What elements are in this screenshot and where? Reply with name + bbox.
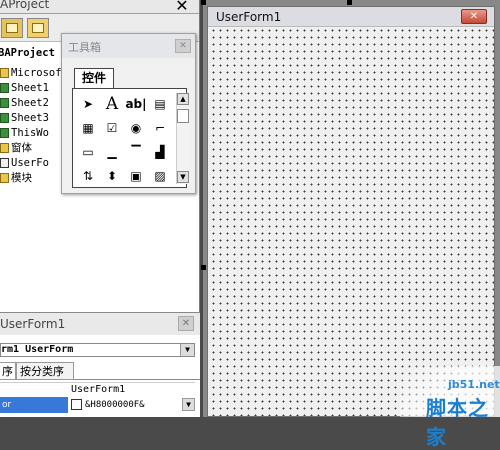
tab-categorized[interactable]: 按分类序 [16,362,74,380]
tab-controls[interactable]: 控件 [74,68,114,88]
multipage-tool[interactable]: ▟ [149,142,171,162]
tree-item-sheet2[interactable]: Sheet2 [0,96,49,111]
watermark-url: jb51.net [448,378,500,391]
project-explorer-titlebar: AProject ✕ [0,0,199,14]
object-selector[interactable]: rm1 UserForm ▼ [0,343,195,357]
spinbutton-tool[interactable]: ⬍ [101,166,123,186]
frame-tool[interactable]: ▭ [77,142,99,162]
color-swatch [71,399,82,410]
project-explorer-title: AProject [0,0,50,11]
resize-handle[interactable] [201,265,206,270]
optionbutton-tool[interactable]: ◉ [125,118,147,138]
textbox-tool[interactable]: ab| [125,94,147,114]
image-tool[interactable]: ▣ [125,166,147,186]
folder-icon [0,68,9,78]
property-value-name[interactable]: UserForm1 [71,383,195,396]
properties-tabs: 序 按分类序 [0,362,200,380]
property-grid: UserForm1 or &H8000000F& ▼ [0,382,195,413]
watermark-text: 脚本之家 [426,396,489,449]
properties-title: UserForm1 [0,317,66,331]
scroll-thumb[interactable] [177,109,189,123]
userform-canvas[interactable]: UserForm1 ✕ [207,6,495,417]
resize-handle[interactable] [201,0,206,5]
toolbox-title: 工具箱 [68,41,101,54]
workbook-icon [0,128,9,138]
tab-alphabetic[interactable]: 序 [0,362,16,380]
commandbutton-tool[interactable]: ▁ [101,142,123,162]
tree-item-forms[interactable]: 窗体 [0,141,32,156]
folder-icon [0,173,9,183]
sheet-icon [0,98,9,108]
scroll-up-icon[interactable]: ▲ [177,93,189,105]
sheet-icon [0,113,9,123]
close-icon[interactable]: ✕ [461,9,487,24]
property-name-selected[interactable]: or [0,397,68,413]
listbox-tool[interactable]: ▦ [77,118,99,138]
tree-item-sheet1[interactable]: Sheet1 [0,81,49,96]
tree-item-microsoft-objects[interactable]: Microsoft [0,66,68,81]
userform-titlebar: UserForm1 ✕ [208,7,494,27]
tree-item-project[interactable]: BAProject [0,46,55,61]
resize-handle[interactable] [347,0,352,5]
toolbox-titlebar[interactable]: 工具箱 ✕ [62,34,195,58]
tree-item-userform1[interactable]: UserFo [0,156,49,171]
tree-item-modules[interactable]: 模块 [0,171,32,186]
select-objects-tool[interactable]: ➤ [77,94,99,114]
close-icon[interactable]: ✕ [175,39,191,53]
toolbox-window: 工具箱 ✕ 控件 ➤ A ab| ▤ ▦ ☑ ◉ ⌐ ▭ ▁ ▔ ▟ ⇅ ⬍ ▣… [61,33,196,194]
chevron-down-icon[interactable]: ▼ [182,398,195,411]
close-icon[interactable]: ✕ [172,0,192,14]
close-icon[interactable]: ✕ [178,316,194,331]
folder-icon [32,23,44,33]
combobox-tool[interactable]: ▤ [149,94,171,114]
tree-item-thisworkbook[interactable]: ThisWo [0,126,49,141]
label-tool[interactable]: A [101,94,123,114]
tabstrip-tool[interactable]: ▔ [125,142,147,162]
properties-titlebar: UserForm1 ✕ [0,313,200,335]
view-object-button[interactable] [1,18,23,38]
property-value-selected[interactable]: &H8000000F& ▼ [71,397,195,413]
userform-title: UserForm1 [216,10,282,24]
sheet-icon [0,83,9,93]
properties-window: UserForm1 ✕ rm1 UserForm ▼ 序 按分类序 UserFo… [0,312,200,417]
togglebutton-tool[interactable]: ⌐ [149,118,171,138]
refedit-tool[interactable]: ▨ [149,166,171,186]
scrollbar-tool[interactable]: ⇅ [77,166,99,186]
chevron-down-icon[interactable]: ▼ [180,344,194,356]
tree-item-sheet3[interactable]: Sheet3 [0,111,49,126]
scroll-down-icon[interactable]: ▼ [177,171,189,183]
userform-icon [0,158,9,168]
toggle-folders-button[interactable] [27,18,49,38]
toolbox-scrollbar[interactable]: ▲ ▼ [176,93,189,184]
folder-icon [0,143,9,153]
checkbox-tool[interactable]: ☑ [101,118,123,138]
object-icon [6,23,18,33]
toolbox-controls-area: ➤ A ab| ▤ ▦ ☑ ◉ ⌐ ▭ ▁ ▔ ▟ ⇅ ⬍ ▣ ▨ ▲ ▼ [72,88,189,188]
